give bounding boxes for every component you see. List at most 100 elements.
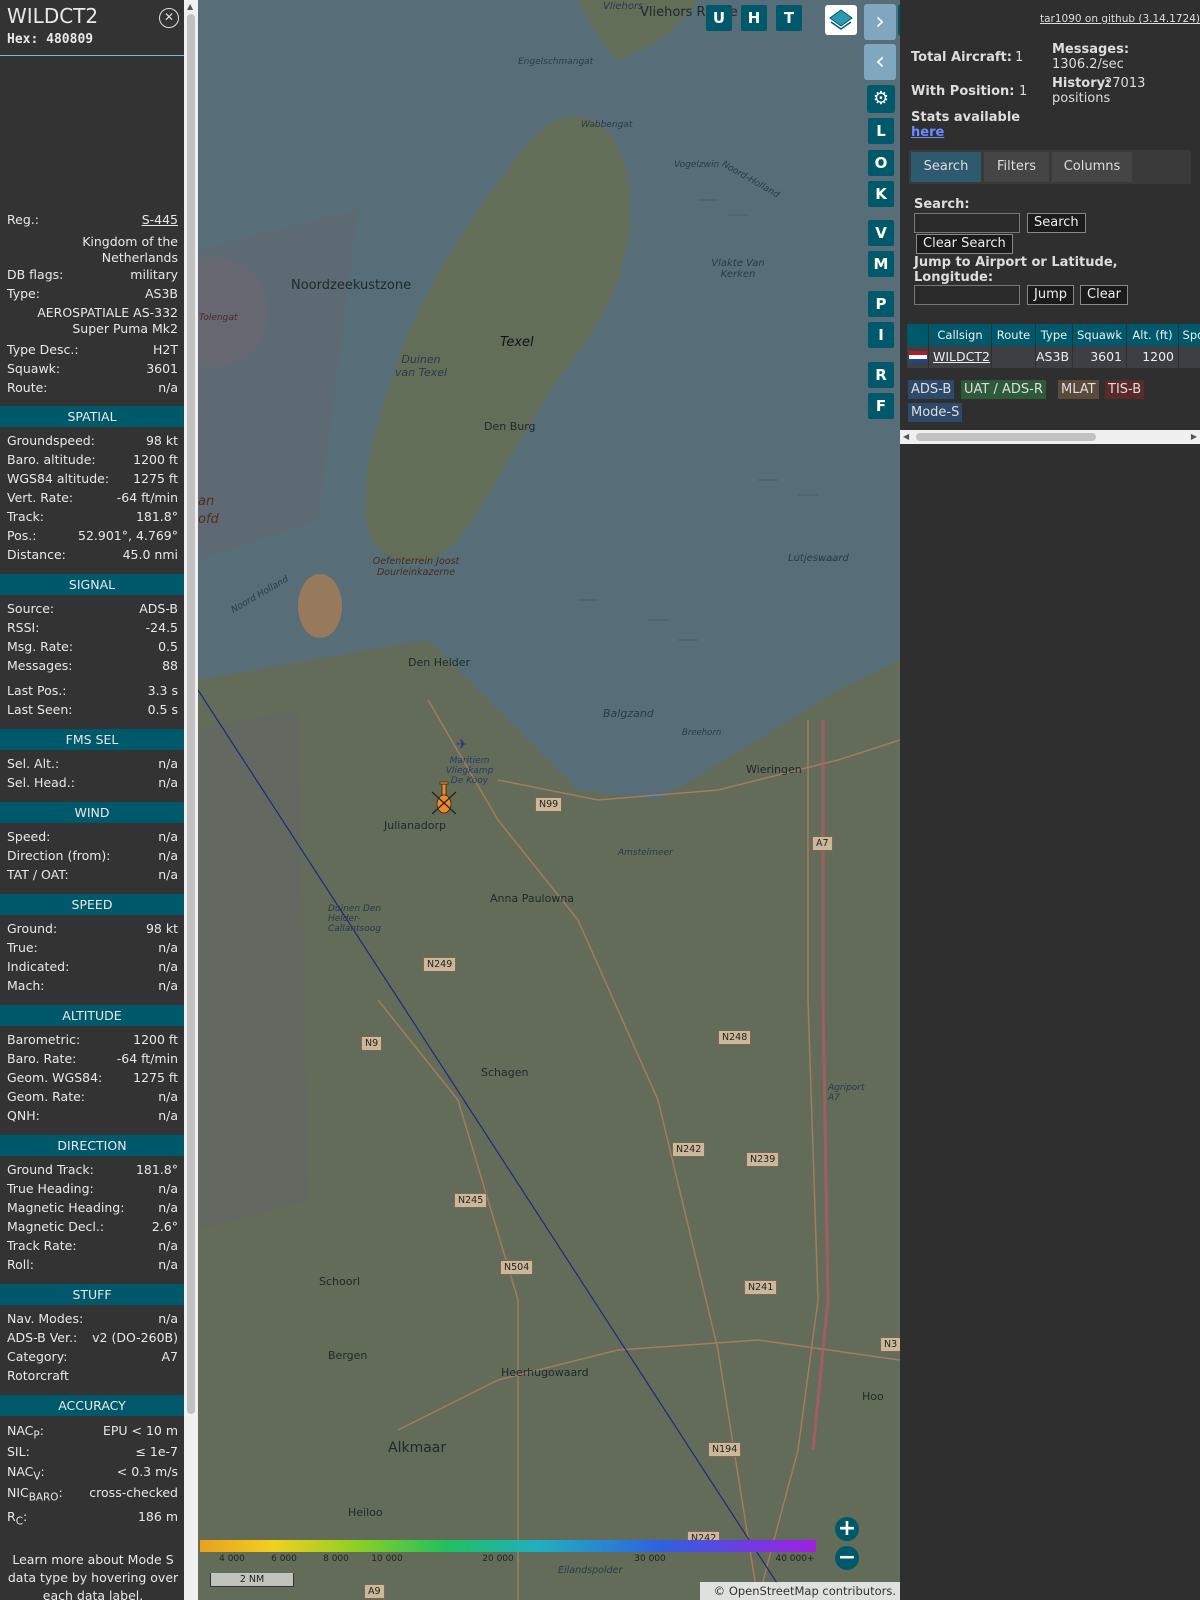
spatial-label: Track: (7, 509, 44, 524)
typedesc-value: H2T (153, 342, 178, 357)
u-toggle-button[interactable]: U (706, 5, 732, 31)
signal-value: ADS-B (139, 601, 178, 616)
table-row-alt[interactable]: 1200 (1127, 346, 1179, 368)
l-toggle-button[interactable]: L (868, 118, 894, 144)
r-toggle-button[interactable]: R (868, 362, 894, 388)
search-button[interactable]: Search (1027, 213, 1086, 233)
clear-search-button[interactable]: Clear Search (916, 234, 1013, 254)
accuracy-label-main: R (7, 1509, 16, 1524)
altitude-label: Baro. Rate: (7, 1051, 77, 1066)
altitude-tick-label: 40 000+ (775, 1554, 815, 1564)
road-shield: A7 (812, 836, 833, 851)
road-shield: N239 (746, 1152, 780, 1167)
table-row-callsign[interactable]: WILDCT2 (929, 346, 992, 368)
expand-sidebar-button[interactable]: › (864, 4, 896, 40)
info-scrollbar[interactable]: ▲ (184, 0, 198, 1600)
layers-button[interactable] (825, 5, 857, 35)
t-toggle-button[interactable]: T (776, 5, 802, 31)
table-row-squawk[interactable]: 3601 (1073, 346, 1127, 368)
table-header-alt[interactable]: Alt. (ft) (1127, 324, 1179, 346)
stats-here-link[interactable]: here (911, 125, 944, 140)
type-full: AEROSPATIALE AS-332 Super Puma Mk2 (37, 305, 178, 336)
place-label: Anna Paulowna (490, 892, 575, 905)
stuff-row: Category: A7 (7, 1349, 178, 1367)
road-shield: N99 (535, 797, 563, 812)
stuff-value: v2 (DO-260B) (92, 1330, 178, 1345)
scroll-left-arrow-icon[interactable]: ◀ (903, 432, 909, 441)
table-row-flag[interactable] (907, 346, 929, 368)
direction-value: 181.8° (135, 1162, 178, 1177)
place-label: Duinen van Texel (394, 353, 448, 379)
place-label: an (198, 494, 215, 509)
speed-row: Ground: 98 kt (7, 921, 178, 939)
scroll-right-arrow-icon[interactable]: ▶ (1191, 432, 1197, 441)
spatial-label: Pos.: (7, 528, 37, 543)
table-scroll-thumb[interactable] (916, 433, 1096, 441)
legend-mlat: MLAT (1058, 380, 1099, 399)
direction-row: Ground Track: 181.8° (7, 1162, 178, 1180)
signal-label: Last Seen: (7, 702, 73, 717)
stuff-label: Nav. Modes: (7, 1311, 84, 1326)
scroll-up-arrow-icon[interactable]: ▲ (187, 2, 193, 11)
table-header-type[interactable]: Type (1036, 324, 1073, 346)
helicopter-marker-icon[interactable] (428, 780, 460, 820)
collapse-sidebar-button[interactable]: ‹ (864, 44, 896, 80)
direction-value: n/a (158, 1238, 178, 1253)
table-header-squawk[interactable]: Squawk (1073, 324, 1127, 346)
github-link[interactable]: tar1090 on github (3.14.1724) (1040, 13, 1200, 25)
place-label: Heerhugowaard (501, 1366, 589, 1379)
info-scroll-thumb[interactable] (187, 14, 195, 1414)
f-toggle-button[interactable]: F (868, 393, 894, 419)
search-input[interactable] (914, 213, 1020, 233)
dbflags-value: military (130, 267, 178, 282)
clear-button[interactable]: Clear (1080, 285, 1128, 305)
i-toggle-button[interactable]: I (868, 322, 894, 348)
altitude-label: QNH: (7, 1108, 40, 1123)
jump-button[interactable]: Jump (1027, 285, 1074, 305)
o-toggle-button[interactable]: O (868, 150, 894, 176)
tab-filters[interactable]: Filters (984, 152, 1049, 182)
p-toggle-button[interactable]: P (868, 291, 894, 317)
accuracy-label: NACV: (7, 1464, 45, 1483)
fms-label: Sel. Head.: (7, 775, 75, 790)
signal-row: Messages: 88 (7, 658, 178, 676)
osm-link[interactable]: OpenStreetMap (729, 1584, 819, 1598)
k-toggle-button[interactable]: K (868, 181, 894, 207)
spatial-row: Pos.: 52.901°, 4.769° (7, 528, 178, 546)
tab-search[interactable]: Search (911, 152, 981, 182)
type-row: Type: AS3B (7, 286, 178, 304)
table-header-callsign[interactable]: Callsign (929, 324, 992, 346)
table-header-speed[interactable]: Spd (1179, 324, 1200, 346)
hex-label: Hex: (7, 32, 39, 47)
type-label: Type: (7, 286, 40, 301)
direction-row: True Heading: n/a (7, 1181, 178, 1199)
zoom-in-button[interactable]: + (835, 1517, 859, 1541)
spatial-row: Groundspeed: 98 kt (7, 433, 178, 451)
table-header-route[interactable]: Route (992, 324, 1036, 346)
close-icon[interactable]: ✕ (159, 8, 179, 28)
table-horizontal-scrollbar[interactable]: ◀ ▶ (900, 430, 1200, 444)
m-toggle-button[interactable]: M (868, 251, 894, 277)
info-header: WILDCT2 Hex: 480809 ✕ (0, 0, 184, 56)
table-row-route[interactable] (992, 346, 1036, 368)
altitude-row: Baro. Rate: -64 ft/min (7, 1051, 178, 1069)
learn-more-text: Learn more about Mode S data type by hov… (7, 1552, 179, 1600)
search-label: Search: (914, 197, 970, 212)
table-row-type[interactable]: AS3B (1036, 346, 1073, 368)
stuff-row: Nav. Modes: n/a (7, 1311, 178, 1329)
zoom-out-button[interactable]: − (835, 1546, 859, 1570)
speed-value: n/a (158, 959, 178, 974)
legend-modes: Mode-S (908, 403, 963, 422)
v-toggle-button[interactable]: V (868, 220, 894, 246)
spatial-label: Vert. Rate: (7, 490, 74, 505)
jump-input[interactable] (914, 285, 1020, 305)
place-label: ofd (198, 512, 219, 527)
tab-columns[interactable]: Columns (1052, 152, 1132, 182)
table-row-speed[interactable] (1179, 346, 1200, 368)
h-toggle-button[interactable]: H (741, 5, 767, 31)
map-view[interactable]: Vliehors Range Vliehors Engelschmangat W… (198, 0, 900, 1600)
gear-icon[interactable]: ⚙ (867, 85, 895, 113)
reg-link[interactable]: S-445 (142, 212, 178, 230)
tab-extra[interactable] (1135, 152, 1189, 182)
place-label: Den Burg (484, 420, 536, 433)
